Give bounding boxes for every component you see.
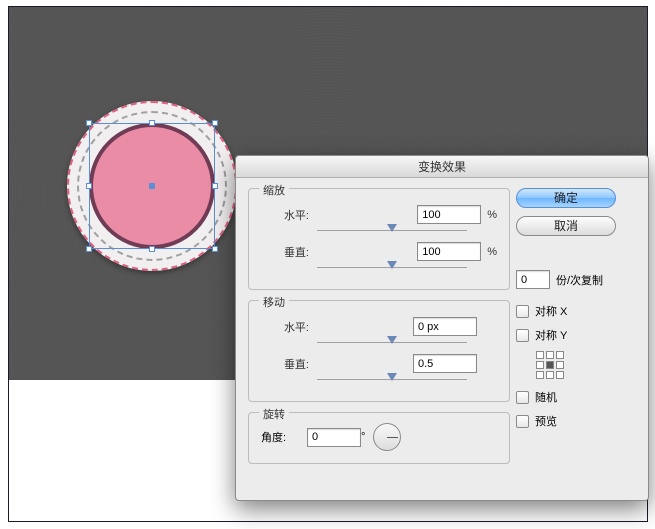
scale-h-unit: % (487, 209, 497, 221)
rotate-group: 旋转 角度: ° (248, 412, 510, 464)
reflect-y-label: 对称 Y (535, 327, 567, 343)
angle-label: 角度: (261, 429, 307, 445)
random-checkbox[interactable]: 随机 (516, 389, 630, 405)
selection-handle[interactable] (86, 120, 92, 126)
selection-handle[interactable] (149, 246, 155, 252)
scale-group: 缩放 水平: % 垂直: % (248, 188, 510, 290)
selection-center[interactable] (149, 183, 155, 189)
dialog-title: 变换效果 (236, 156, 648, 178)
angle-dial[interactable] (373, 423, 401, 451)
selection-handle[interactable] (212, 183, 218, 189)
anchor-center[interactable] (546, 361, 554, 369)
move-h-input[interactable] (413, 317, 477, 336)
app-frame: 变换效果 缩放 水平: % 垂直: (8, 6, 648, 522)
move-v-input[interactable] (413, 354, 477, 373)
selection-handle[interactable] (212, 120, 218, 126)
selection-bounding-box[interactable] (89, 123, 215, 249)
selection-handle[interactable] (86, 183, 92, 189)
scale-h-slider[interactable] (317, 226, 467, 236)
scale-v-slider[interactable] (317, 263, 467, 273)
angle-unit: ° (361, 431, 365, 443)
reflect-y-checkbox[interactable]: 对称 Y (516, 327, 630, 343)
reflect-x-checkbox[interactable]: 对称 X (516, 303, 630, 319)
move-legend: 移动 (259, 294, 289, 310)
scale-h-label: 水平: (261, 207, 317, 223)
move-v-slider[interactable] (317, 375, 467, 385)
selection-handle[interactable] (86, 246, 92, 252)
anchor-point-grid[interactable] (536, 351, 566, 381)
move-h-slider[interactable] (317, 338, 467, 348)
move-v-label: 垂直: (261, 356, 317, 372)
scale-h-input[interactable] (417, 205, 481, 224)
scale-v-label: 垂直: (261, 244, 317, 260)
scale-v-input[interactable] (417, 242, 481, 261)
ok-button[interactable]: 确定 (516, 188, 616, 208)
rotate-legend: 旋转 (259, 406, 289, 422)
transform-effect-dialog: 变换效果 缩放 水平: % 垂直: (235, 155, 649, 501)
move-group: 移动 水平: 垂直: (248, 300, 510, 402)
copies-input[interactable] (516, 270, 550, 289)
preview-checkbox[interactable]: 预览 (516, 413, 630, 429)
scale-v-unit: % (487, 246, 497, 258)
preview-label: 预览 (535, 413, 557, 429)
copies-label: 份/次复制 (556, 272, 603, 288)
cancel-button[interactable]: 取消 (516, 216, 616, 236)
move-h-label: 水平: (261, 319, 317, 335)
scale-legend: 缩放 (259, 182, 289, 198)
selection-handle[interactable] (212, 246, 218, 252)
random-label: 随机 (535, 389, 557, 405)
angle-input[interactable] (307, 428, 361, 447)
reflect-x-label: 对称 X (535, 303, 567, 319)
selection-handle[interactable] (149, 120, 155, 126)
